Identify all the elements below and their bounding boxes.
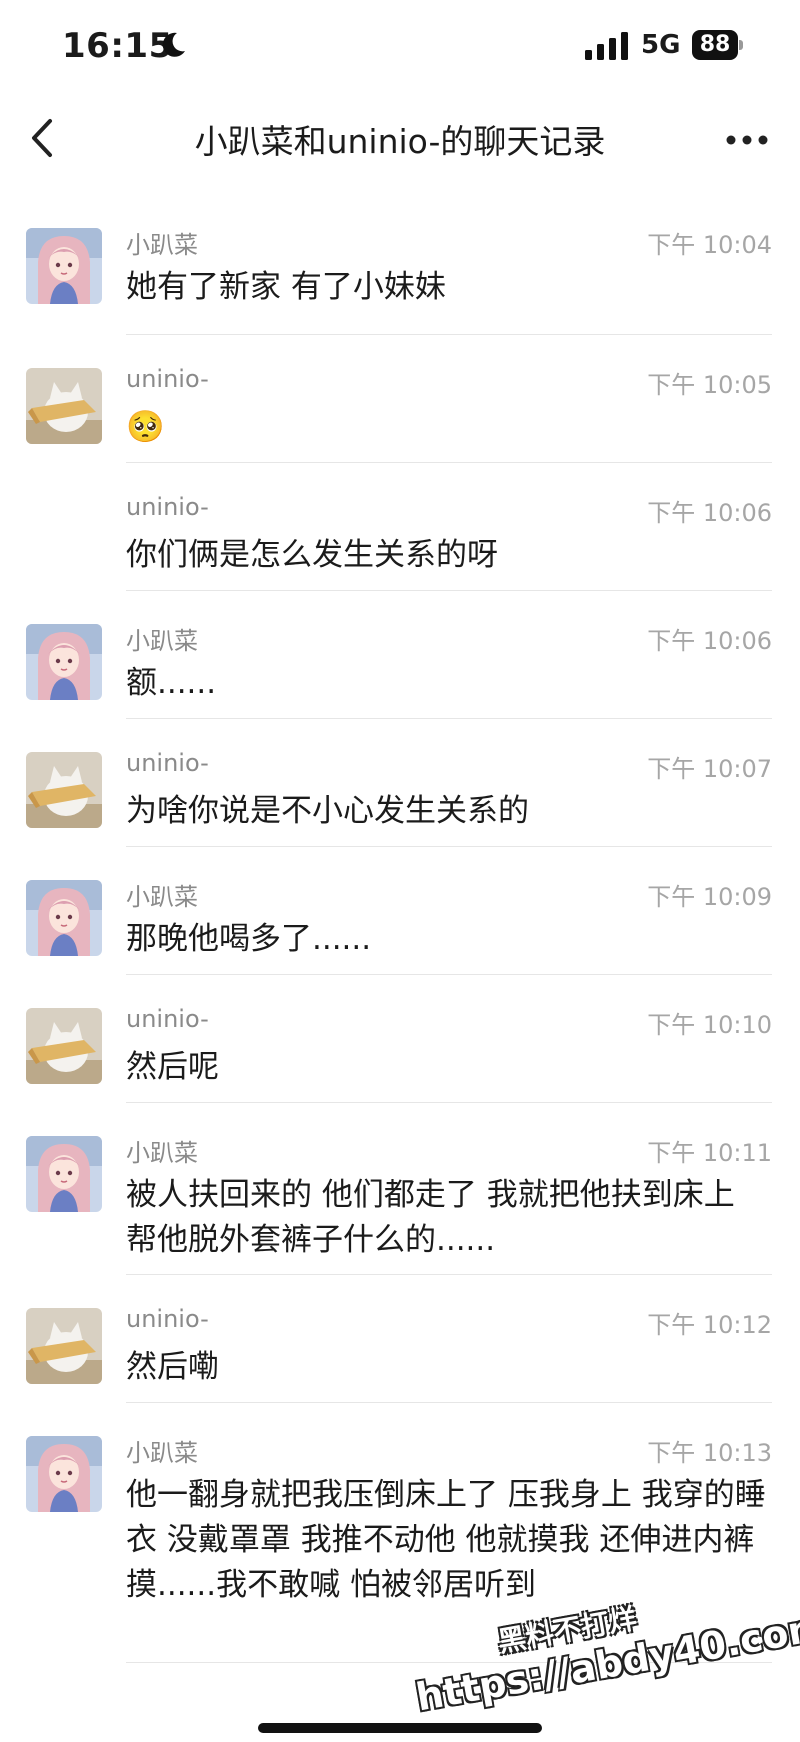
page-title: 小趴菜和uninio-的聊天记录 xyxy=(194,122,606,161)
home-indicator xyxy=(258,1723,542,1733)
message-time: 下午 10:07 xyxy=(647,755,772,783)
avatar-girl[interactable] xyxy=(26,1136,102,1212)
avatar-cat[interactable] xyxy=(26,1008,102,1084)
message-sender: uninio- xyxy=(126,365,209,393)
message-sender: 小趴菜 xyxy=(126,627,198,655)
network-type: 5G xyxy=(641,30,681,60)
message-sender: 小趴菜 xyxy=(126,1139,198,1167)
signal-icon xyxy=(585,32,628,60)
message-item[interactable]: uninio- 下午 10:12 然后嘞 xyxy=(0,1275,800,1403)
message-text: 她有了新家 有了小妹妹 xyxy=(126,269,446,305)
message-item[interactable]: 小趴菜 下午 10:04 她有了新家 有了小妹妹 xyxy=(0,195,800,335)
message-text: 为啥你说是不小心发生关系的 xyxy=(126,793,529,829)
message-sender: 小趴菜 xyxy=(126,1439,198,1467)
avatar-girl[interactable] xyxy=(26,880,102,956)
message-time: 下午 10:04 xyxy=(647,231,772,259)
message-item[interactable]: uninio- 下午 10:06 你们俩是怎么发生关系的呀 xyxy=(0,463,800,591)
message-time: 下午 10:09 xyxy=(647,883,772,911)
message-sender: uninio- xyxy=(126,749,209,777)
message-text: 被人扶回来的 他们都走了 我就把他扶到床上 帮他脱外套裤子什么的...... xyxy=(126,1177,735,1258)
message-text: 你们俩是怎么发生关系的呀 xyxy=(126,537,498,573)
moon-icon xyxy=(162,32,185,57)
status-bar: 16:15 5G 88 xyxy=(0,0,800,95)
message-item[interactable]: 小趴菜 下午 10:11 被人扶回来的 他们都走了 我就把他扶到床上 帮他脱外套裤子… xyxy=(0,1103,800,1275)
message-item[interactable]: 小趴菜 下午 10:09 那晚他喝多了...... xyxy=(0,847,800,975)
message-item[interactable]: 小趴菜 下午 10:06 额...... xyxy=(0,591,800,719)
battery-icon: 88 xyxy=(692,30,744,62)
message-item[interactable]: uninio- 下午 10:10 然后呢 xyxy=(0,975,800,1103)
more-dots-icon[interactable] xyxy=(722,125,772,155)
avatar-girl[interactable] xyxy=(26,228,102,304)
message-text: 那晚他喝多了...... xyxy=(126,921,372,957)
avatar-girl[interactable] xyxy=(26,1436,102,1512)
message-sender: uninio- xyxy=(126,493,209,521)
message-time: 下午 10:06 xyxy=(647,627,772,655)
message-time: 下午 10:06 xyxy=(647,499,772,527)
message-item[interactable]: uninio- 下午 10:07 为啥你说是不小心发生关系的 xyxy=(0,719,800,847)
message-text: 然后嘞 xyxy=(126,1349,219,1385)
avatar-girl[interactable] xyxy=(26,624,102,700)
avatar-cat[interactable] xyxy=(26,368,102,444)
avatar-cat[interactable] xyxy=(26,752,102,828)
avatar-cat[interactable] xyxy=(26,1308,102,1384)
message-list: 小趴菜 下午 10:04 她有了新家 有了小妹妹 uninio- 下午 10:05 🥺 u… xyxy=(0,195,800,1663)
message-time: 下午 10:11 xyxy=(647,1139,772,1167)
battery-level: 88 xyxy=(692,30,738,60)
back-chevron-icon[interactable] xyxy=(22,113,62,163)
nav-bar: 小趴菜和uninio-的聊天记录 xyxy=(0,95,800,185)
message-sender: uninio- xyxy=(126,1005,209,1033)
message-sender: 小趴菜 xyxy=(126,231,198,259)
message-time: 下午 10:10 xyxy=(647,1011,772,1039)
message-text: 🥺 xyxy=(126,409,165,445)
message-text: 他一翻身就把我压倒床上了 压我身上 我穿的睡衣 没戴罩罩 我推不动他 他就摸我 … xyxy=(126,1477,766,1603)
message-time: 下午 10:12 xyxy=(647,1311,772,1339)
message-text: 额...... xyxy=(126,665,217,701)
message-time: 下午 10:13 xyxy=(647,1439,772,1467)
message-sender: uninio- xyxy=(126,1305,209,1333)
message-sender: 小趴菜 xyxy=(126,883,198,911)
chat-history-screen: 16:15 5G 88 小趴菜和uninio-的聊天记录 小趴菜 下午 10:0… xyxy=(0,0,800,1742)
message-time: 下午 10:05 xyxy=(647,371,772,399)
message-text: 然后呢 xyxy=(126,1049,219,1085)
message-item[interactable]: uninio- 下午 10:05 🥺 xyxy=(0,335,800,463)
status-time: 16:15 xyxy=(62,26,173,66)
